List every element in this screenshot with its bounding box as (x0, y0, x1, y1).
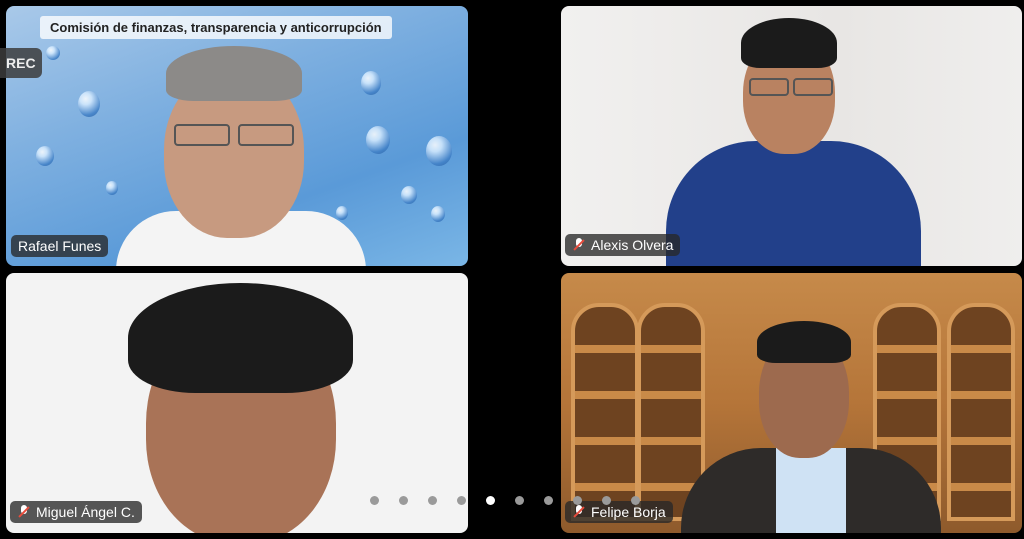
glasses-icon (749, 78, 789, 96)
bookshelf (571, 303, 639, 521)
video-tile-alexis-olvera[interactable]: Alexis Olvera (561, 6, 1022, 266)
page-dot[interactable] (515, 496, 524, 505)
water-drop (78, 91, 100, 117)
glasses-icon (793, 78, 833, 96)
water-drop (46, 46, 60, 60)
participant-hair (757, 321, 851, 363)
participant-name: Alexis Olvera (591, 237, 674, 253)
mic-muted-icon (17, 505, 31, 519)
participant-hair (741, 18, 837, 68)
water-drop (106, 181, 118, 195)
water-drop (336, 206, 348, 220)
water-drop (36, 146, 54, 166)
water-drop (366, 126, 390, 154)
participant-name-badge: Rafael Funes (11, 235, 109, 257)
bookshelf (947, 303, 1015, 521)
page-dot[interactable] (486, 496, 495, 505)
participant-hair (128, 283, 353, 393)
participant-shirt (666, 141, 921, 266)
participant-name: Rafael Funes (18, 238, 102, 254)
recording-indicator: REC (0, 48, 42, 78)
page-dot[interactable] (573, 496, 582, 505)
page-indicator[interactable] (370, 496, 640, 505)
mic-muted-icon (572, 238, 586, 252)
water-drop (426, 136, 452, 166)
participant-shirt (776, 448, 846, 533)
participant-name: Miguel Ángel C. (36, 504, 135, 520)
water-drop (431, 206, 445, 222)
meeting-title-caption: Comisión de finanzas, transparencia y an… (40, 16, 392, 39)
water-drop (361, 71, 381, 95)
participant-hair (166, 46, 302, 101)
page-dot[interactable] (631, 496, 640, 505)
page-dot[interactable] (602, 496, 611, 505)
page-dot[interactable] (428, 496, 437, 505)
participant-name: Felipe Borja (591, 504, 666, 520)
video-tile-felipe-borja[interactable]: Felipe Borja (561, 273, 1022, 533)
page-dot[interactable] (399, 496, 408, 505)
glasses-icon (238, 124, 294, 146)
glasses-icon (174, 124, 230, 146)
page-dot[interactable] (370, 496, 379, 505)
page-dot[interactable] (457, 496, 466, 505)
page-dot[interactable] (544, 496, 553, 505)
participant-name-badge: Alexis Olvera (565, 234, 681, 256)
mic-muted-icon (572, 505, 586, 519)
video-tile-miguel-angel[interactable]: Miguel Ángel C. (6, 273, 468, 533)
participant-name-badge: Miguel Ángel C. (10, 501, 142, 523)
water-drop (401, 186, 417, 204)
video-tile-rafael-funes[interactable]: Comisión de finanzas, transparencia y an… (6, 6, 468, 266)
